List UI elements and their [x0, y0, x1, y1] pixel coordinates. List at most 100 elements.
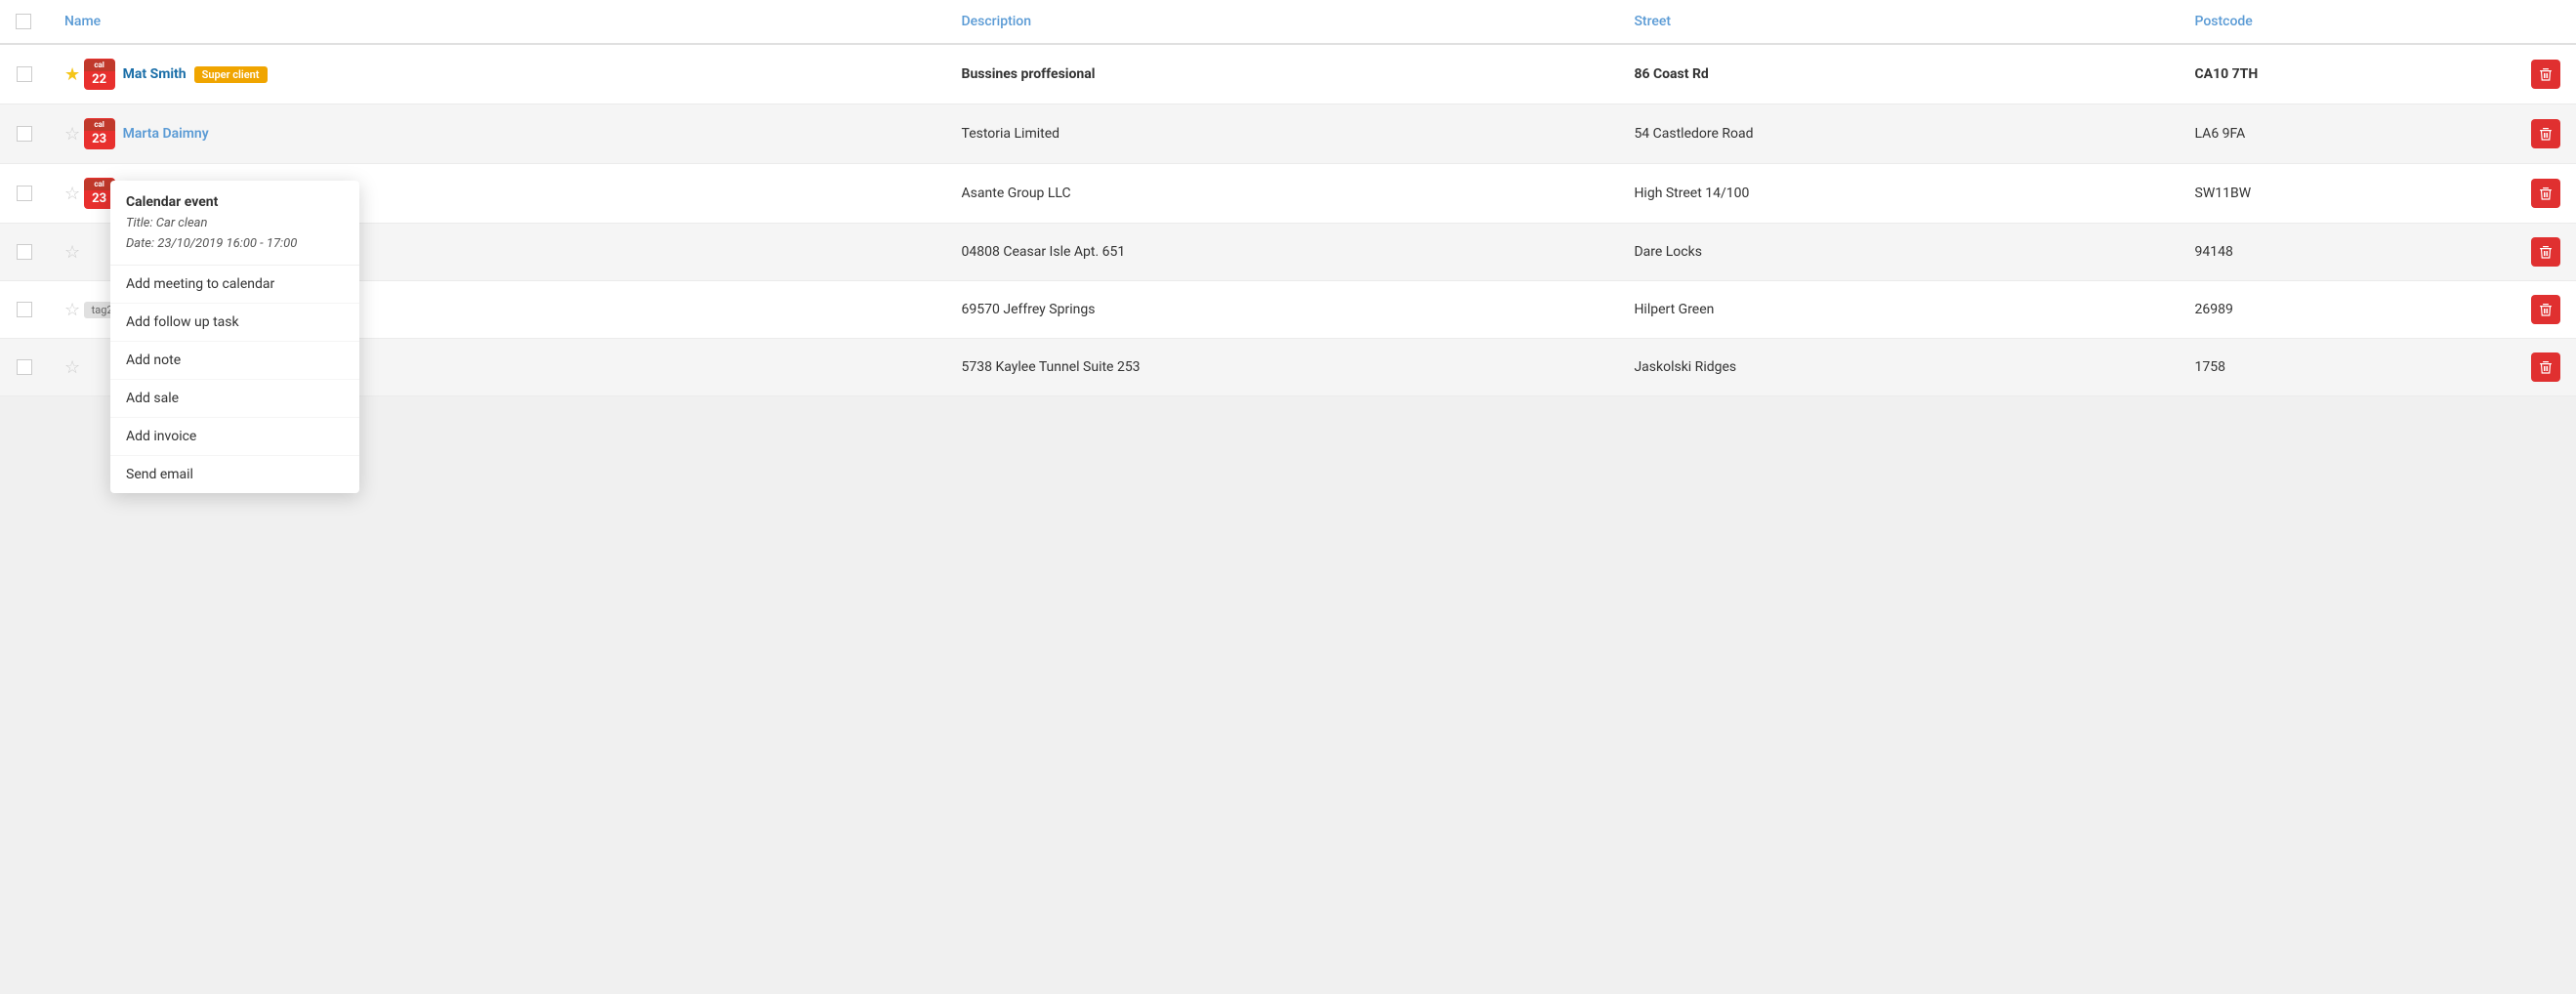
contacts-table: Name Description Street Postcode ★ cal 2…: [0, 0, 2576, 396]
row-checkbox-cell: [0, 104, 49, 164]
calendar-event-popup: Calendar event Title: Car clean Date: 23…: [110, 181, 359, 493]
row-name-cell: ☆ cal 23 Marta Daimny: [49, 104, 946, 164]
popup-menu-item[interactable]: Send email: [110, 456, 359, 493]
popup-menu-item[interactable]: Add note: [110, 342, 359, 380]
popup-header: Calendar event Title: Car clean Date: 23…: [110, 181, 359, 266]
popup-menu-item[interactable]: Add follow up task: [110, 304, 359, 342]
calendar-icon[interactable]: cal 23: [84, 118, 115, 149]
popup-event-name: Title: Car clean: [126, 214, 344, 234]
row-checkbox-cell: [0, 164, 49, 224]
row-description: 04808 Ceasar Isle Apt. 651: [962, 244, 1126, 260]
row-street-cell: High Street 14/100: [1618, 164, 2179, 224]
row-postcode: SW11BW: [2195, 186, 2252, 201]
select-all-header[interactable]: [0, 0, 49, 44]
row-description-cell: 5738 Kaylee Tunnel Suite 253: [946, 339, 1619, 396]
table-row: ☆ 04808 Ceasar Isle Apt. 651 Dare Locks 94…: [0, 224, 2576, 281]
row-checkbox[interactable]: [17, 66, 32, 82]
table-row: ☆ 5738 Kaylee Tunnel Suite 253 Jaskolski …: [0, 339, 2576, 396]
star-icon[interactable]: ☆: [64, 357, 80, 378]
row-checkbox[interactable]: [17, 244, 32, 260]
popup-event-date: Date: 23/10/2019 16:00 - 17:00: [126, 234, 344, 255]
delete-button[interactable]: [2531, 237, 2560, 267]
row-postcode-cell: CA10 7TH: [2180, 44, 2515, 104]
row-action-cell: [2515, 339, 2576, 396]
popup-menu-item[interactable]: Add meeting to calendar: [110, 266, 359, 304]
row-street: Dare Locks: [1634, 244, 1702, 260]
contact-name-link[interactable]: Mat Smith: [123, 66, 187, 82]
contact-badge: Super client: [194, 66, 268, 83]
row-street-cell: Dare Locks: [1618, 224, 2179, 281]
row-postcode: LA6 9FA: [2195, 126, 2246, 142]
row-postcode-cell: LA6 9FA: [2180, 104, 2515, 164]
row-description-cell: Testoria Limited: [946, 104, 1619, 164]
name-column-header: Name: [49, 0, 946, 44]
row-street-cell: Hilpert Green: [1618, 281, 2179, 339]
row-postcode-cell: 26989: [2180, 281, 2515, 339]
delete-button[interactable]: [2531, 119, 2560, 148]
star-icon[interactable]: ☆: [64, 124, 80, 145]
row-street: Jaskolski Ridges: [1634, 359, 1736, 375]
row-description: Bussines proffesional: [962, 66, 1096, 82]
delete-button[interactable]: [2531, 295, 2560, 324]
table-row: ☆ tag2tag369570 Jeffrey SpringsHilpert G…: [0, 281, 2576, 339]
row-street: High Street 14/100: [1634, 186, 1749, 201]
table-row: ☆ cal 23 Martin KowalskyVIPAsante Group …: [0, 164, 2576, 224]
row-postcode-cell: 94148: [2180, 224, 2515, 281]
row-postcode-cell: 1758: [2180, 339, 2515, 396]
row-action-cell: [2515, 44, 2576, 104]
star-icon[interactable]: ★: [64, 64, 80, 85]
row-checkbox-cell: [0, 44, 49, 104]
row-street: 86 Coast Rd: [1634, 66, 1708, 82]
table-row: ★ cal 22 Mat Smith Super client Bussines p…: [0, 44, 2576, 104]
row-description-cell: Asante Group LLC: [946, 164, 1619, 224]
calendar-icon[interactable]: cal 22: [84, 59, 115, 90]
contacts-table-container: Name Description Street Postcode ★ cal 2…: [0, 0, 2576, 396]
row-postcode: CA10 7TH: [2195, 66, 2259, 82]
row-action-cell: [2515, 224, 2576, 281]
row-street-cell: 54 Castledore Road: [1618, 104, 2179, 164]
popup-menu: Add meeting to calendarAdd follow up tas…: [110, 266, 359, 493]
row-checkbox-cell: [0, 281, 49, 339]
street-column-header: Street: [1618, 0, 2179, 44]
delete-button[interactable]: [2531, 60, 2560, 89]
row-action-cell: [2515, 164, 2576, 224]
row-checkbox[interactable]: [17, 126, 32, 142]
row-description-cell: Bussines proffesional: [946, 44, 1619, 104]
row-action-cell: [2515, 281, 2576, 339]
description-column-header: Description: [946, 0, 1619, 44]
row-street: Hilpert Green: [1634, 302, 1714, 317]
row-postcode-cell: SW11BW: [2180, 164, 2515, 224]
row-description-cell: 04808 Ceasar Isle Apt. 651: [946, 224, 1619, 281]
select-all-checkbox[interactable]: [16, 14, 31, 29]
popup-menu-item[interactable]: Add invoice: [110, 418, 359, 456]
delete-button[interactable]: [2531, 352, 2560, 382]
contact-name-link[interactable]: Marta Daimny: [123, 126, 209, 142]
row-checkbox-cell: [0, 224, 49, 281]
row-checkbox[interactable]: [17, 302, 32, 317]
star-icon[interactable]: ☆: [64, 300, 80, 320]
row-checkbox[interactable]: [17, 359, 32, 375]
row-street-cell: 86 Coast Rd: [1618, 44, 2179, 104]
row-street-cell: Jaskolski Ridges: [1618, 339, 2179, 396]
star-icon[interactable]: ☆: [64, 242, 80, 263]
popup-event-title: Calendar event: [126, 194, 344, 210]
row-description-cell: 69570 Jeffrey Springs: [946, 281, 1619, 339]
row-checkbox-cell: [0, 339, 49, 396]
postcode-column-header: Postcode: [2180, 0, 2515, 44]
row-description: 69570 Jeffrey Springs: [962, 302, 1096, 317]
row-description: Asante Group LLC: [962, 186, 1071, 201]
popup-menu-item[interactable]: Add sale: [110, 380, 359, 418]
row-postcode: 94148: [2195, 244, 2233, 260]
row-action-cell: [2515, 104, 2576, 164]
row-street: 54 Castledore Road: [1634, 126, 1753, 142]
row-postcode: 1758: [2195, 359, 2225, 375]
table-row: ☆ cal 23 Marta Daimny Testoria Limited 54 …: [0, 104, 2576, 164]
row-postcode: 26989: [2195, 302, 2233, 317]
row-description: 5738 Kaylee Tunnel Suite 253: [962, 359, 1141, 375]
action-column-header: [2515, 0, 2576, 44]
row-description: Testoria Limited: [962, 126, 1060, 142]
row-name-cell: ★ cal 22 Mat Smith Super client: [49, 44, 946, 104]
delete-button[interactable]: [2531, 179, 2560, 208]
row-checkbox[interactable]: [17, 186, 32, 201]
star-icon[interactable]: ☆: [64, 184, 80, 204]
